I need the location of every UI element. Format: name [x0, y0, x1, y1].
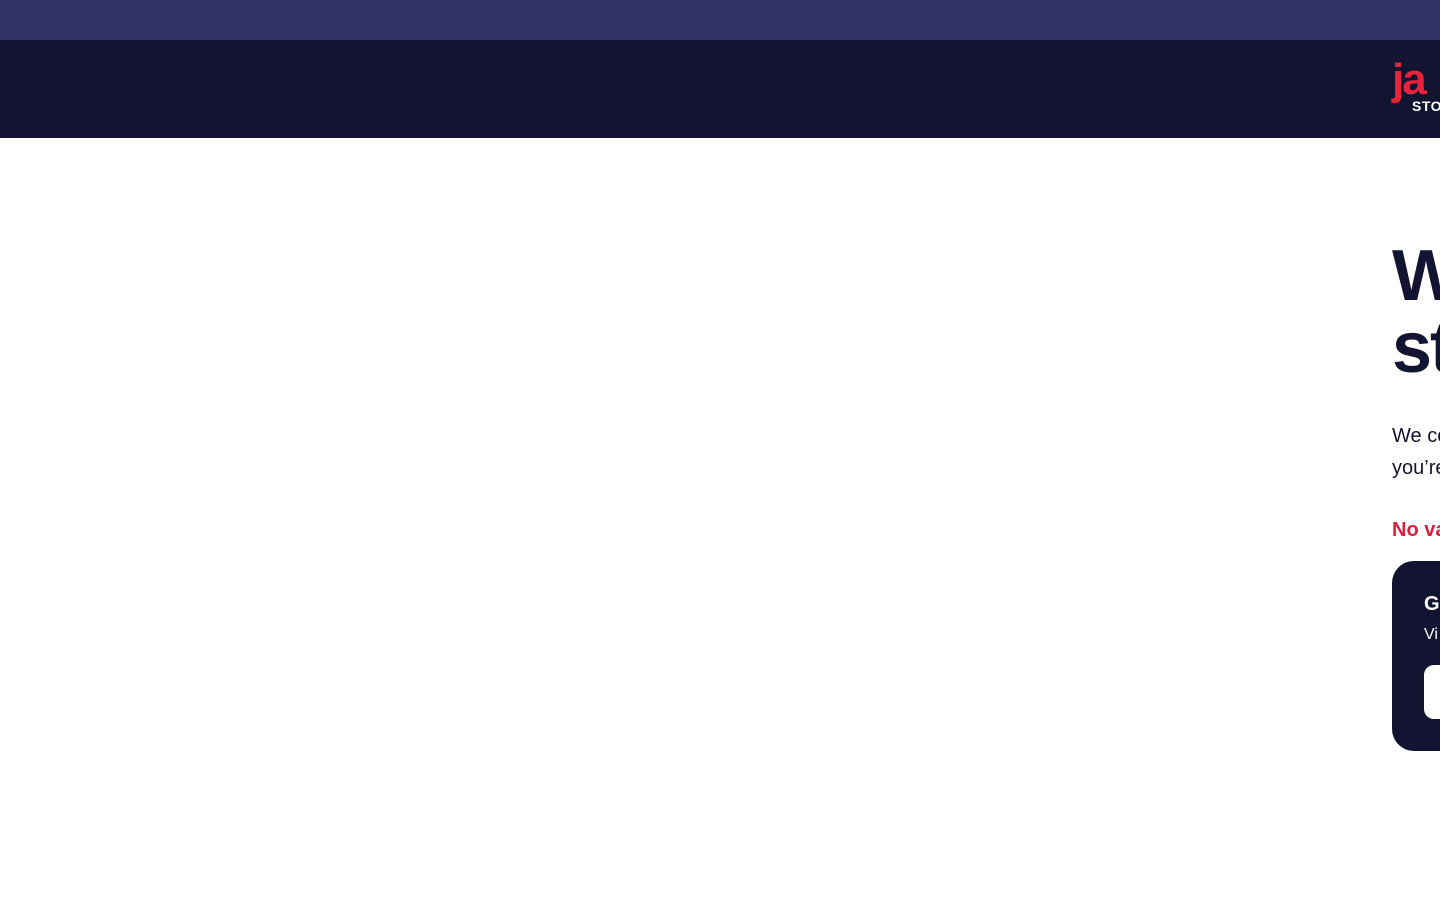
error-message: No va	[1392, 519, 1440, 541]
announcement-bar	[0, 0, 1440, 40]
headline-line-2: st	[1392, 308, 1440, 388]
headline-line-1: W	[1392, 236, 1440, 316]
site-header: ja STO	[0, 40, 1440, 138]
promo-card-text: Vi	[1424, 626, 1438, 643]
promo-card: Go Vi	[1392, 561, 1440, 751]
promo-card-title: Go	[1424, 593, 1440, 615]
intro-line-1: We co	[1392, 425, 1440, 447]
site-logo[interactable]: ja STO	[1392, 58, 1440, 118]
logo-subtext: STO	[1412, 98, 1440, 114]
promo-card-button[interactable]	[1424, 665, 1440, 719]
intro-text: We co you’re	[1392, 420, 1440, 484]
page-headline: Wst	[1392, 240, 1440, 384]
main-content: Wst We co you’re No va Go Vi	[0, 138, 1440, 900]
intro-line-2: you’re	[1392, 457, 1440, 479]
logo-wordmark: ja	[1392, 55, 1427, 104]
